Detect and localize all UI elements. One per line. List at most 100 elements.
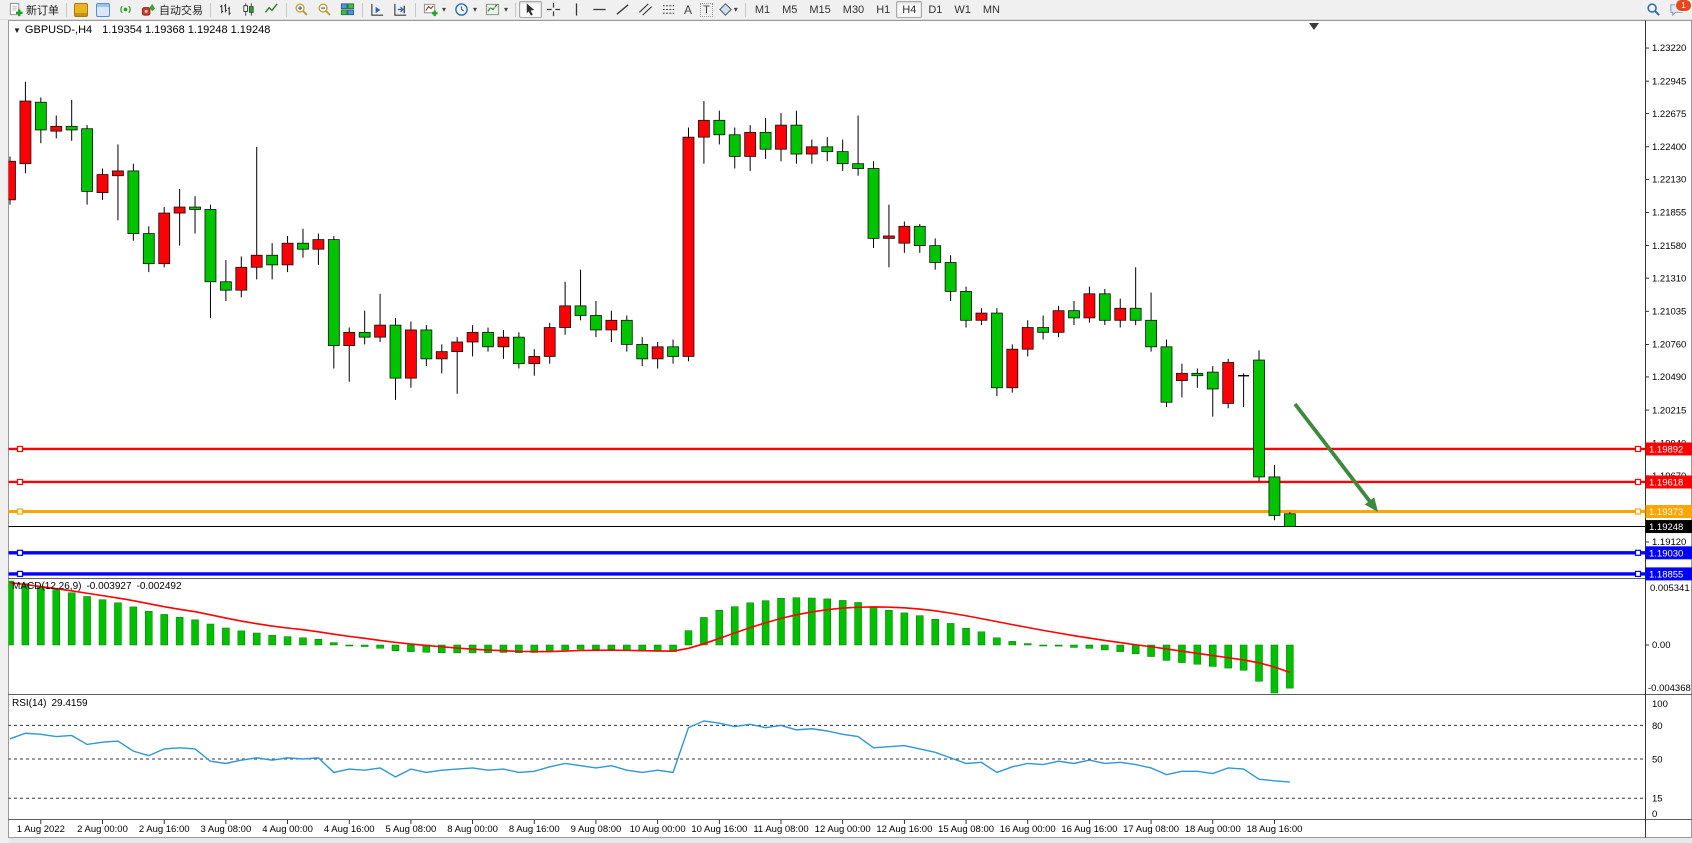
line-chart-mode-button[interactable]	[260, 1, 283, 18]
svg-text:1.21310: 1.21310	[1652, 273, 1686, 284]
arrows-tool-button[interactable]: ▾	[717, 1, 742, 18]
notification-badge: 1	[1675, 0, 1692, 12]
new-order-button[interactable]: 新订单	[4, 1, 63, 18]
svg-text:1 Aug 2022: 1 Aug 2022	[17, 824, 65, 835]
fibonacci-tool-button[interactable]	[657, 1, 680, 18]
toolbar-separator	[362, 3, 363, 17]
timeframe-m5[interactable]: M5	[776, 1, 803, 18]
timeframe-w1[interactable]: W1	[948, 1, 977, 18]
zoom-in-button[interactable]	[290, 1, 313, 18]
horizontal-line-tool-button[interactable]	[588, 1, 611, 18]
periods-button[interactable]: ▾	[450, 1, 481, 18]
trendline-icon	[615, 2, 630, 17]
timeframe-m30[interactable]: M30	[837, 1, 870, 18]
bar-chart-mode-button[interactable]	[214, 1, 237, 18]
crosshair-icon	[546, 2, 561, 17]
svg-text:1.22130: 1.22130	[1652, 175, 1686, 186]
svg-text:1.23220: 1.23220	[1652, 43, 1686, 54]
svg-text:1.19030: 1.19030	[1649, 548, 1683, 559]
auto-trading-button[interactable]: 自动交易	[137, 1, 207, 18]
toolbar-separator	[286, 3, 287, 17]
svg-text:10 Aug 16:00: 10 Aug 16:00	[691, 824, 747, 835]
search-button[interactable]	[1642, 1, 1665, 18]
text-tool-icon: A	[684, 3, 692, 17]
timeframe-m1[interactable]: M1	[749, 1, 776, 18]
toolbar-separator	[210, 3, 211, 17]
text-tool-button[interactable]: A	[680, 1, 696, 18]
channel-tool-button[interactable]	[634, 1, 657, 18]
svg-text:8 Aug 16:00: 8 Aug 16:00	[509, 824, 560, 835]
auto-trading-label: 自动交易	[159, 2, 203, 18]
svg-text:0.005341: 0.005341	[1650, 583, 1690, 594]
zoom-in-icon	[294, 2, 309, 17]
timeframe-d1[interactable]: D1	[922, 1, 948, 18]
market-watch-icon	[74, 3, 88, 17]
svg-text:15: 15	[1652, 794, 1663, 805]
svg-text:1.19373: 1.19373	[1649, 507, 1683, 518]
svg-text:1.20215: 1.20215	[1652, 405, 1686, 416]
svg-text:3 Aug 08:00: 3 Aug 08:00	[201, 824, 252, 835]
svg-text:4 Aug 00:00: 4 Aug 00:00	[262, 824, 313, 835]
auto-scroll-button[interactable]	[366, 1, 389, 18]
svg-text:1.18855: 1.18855	[1649, 569, 1683, 580]
svg-text:1.19892: 1.19892	[1649, 444, 1683, 455]
navigator-icon	[96, 3, 110, 17]
chart-shift-button[interactable]	[389, 1, 412, 18]
svg-text:16 Aug 00:00: 16 Aug 00:00	[1000, 824, 1056, 835]
svg-text:17 Aug 08:00: 17 Aug 08:00	[1123, 824, 1179, 835]
cursor-tool-button[interactable]	[519, 1, 542, 18]
svg-text:11 Aug 08:00: 11 Aug 08:00	[753, 824, 808, 835]
periods-clock-icon	[454, 2, 469, 17]
shapes-icon	[719, 3, 732, 16]
svg-text:1.22675: 1.22675	[1652, 109, 1686, 120]
timeframe-m15[interactable]: M15	[803, 1, 836, 18]
svg-text:10 Aug 00:00: 10 Aug 00:00	[630, 824, 686, 835]
toolbar-separator	[415, 3, 416, 17]
shapes-caret-icon: ▾	[734, 5, 738, 14]
zoom-out-button[interactable]	[313, 1, 336, 18]
toolbar-separator	[745, 3, 746, 17]
timeframe-h1[interactable]: H1	[870, 1, 896, 18]
svg-text:50: 50	[1652, 755, 1663, 766]
toolbar-separator	[515, 3, 516, 17]
label-tool-icon: T	[700, 3, 713, 17]
svg-text:0: 0	[1652, 809, 1657, 820]
periods-caret-icon: ▾	[473, 5, 477, 14]
market-watch-button[interactable]	[70, 1, 92, 18]
chat-button[interactable]: 1	[1665, 1, 1688, 18]
trendline-tool-button[interactable]	[611, 1, 634, 18]
svg-text:1.22400: 1.22400	[1652, 142, 1686, 153]
crosshair-tool-button[interactable]	[542, 1, 565, 18]
main-toolbar: 新订单 自动交易	[0, 0, 1692, 20]
candlestick-icon	[241, 2, 256, 17]
templates-button[interactable]: ▾	[481, 1, 512, 18]
svg-text:80: 80	[1652, 721, 1663, 732]
horizontal-line-icon	[592, 2, 607, 17]
svg-text:16 Aug 16:00: 16 Aug 16:00	[1061, 824, 1117, 835]
svg-text:1.21855: 1.21855	[1652, 208, 1686, 219]
tile-windows-icon	[340, 2, 355, 17]
templates-icon	[485, 2, 500, 17]
search-icon	[1646, 2, 1661, 17]
svg-text:4 Aug 16:00: 4 Aug 16:00	[324, 824, 375, 835]
zoom-out-icon	[317, 2, 332, 17]
navigator-button[interactable]	[92, 1, 114, 18]
svg-text:15 Aug 08:00: 15 Aug 08:00	[938, 824, 994, 835]
vertical-line-tool-button[interactable]	[565, 1, 588, 18]
svg-text:18 Aug 00:00: 18 Aug 00:00	[1185, 824, 1241, 835]
chart-shift-icon	[393, 2, 408, 17]
templates-caret-icon: ▾	[504, 5, 508, 14]
timeframe-h4[interactable]: H4	[896, 1, 922, 18]
label-tool-button[interactable]: T	[696, 1, 717, 18]
auto-trading-icon	[141, 2, 156, 17]
chart-canvas[interactable]: 1.232201.229451.226751.224001.221301.218…	[0, 0, 1692, 843]
tile-windows-button[interactable]	[336, 1, 359, 18]
svg-text:1.20490: 1.20490	[1652, 372, 1686, 383]
signals-button[interactable]	[114, 1, 137, 18]
svg-text:8 Aug 00:00: 8 Aug 00:00	[447, 824, 498, 835]
svg-text:12 Aug 00:00: 12 Aug 00:00	[815, 824, 871, 835]
timeframe-mn[interactable]: MN	[977, 1, 1006, 18]
indicators-button[interactable]: ▾	[419, 1, 450, 18]
vertical-line-icon	[569, 2, 584, 17]
candlestick-mode-button[interactable]	[237, 1, 260, 18]
